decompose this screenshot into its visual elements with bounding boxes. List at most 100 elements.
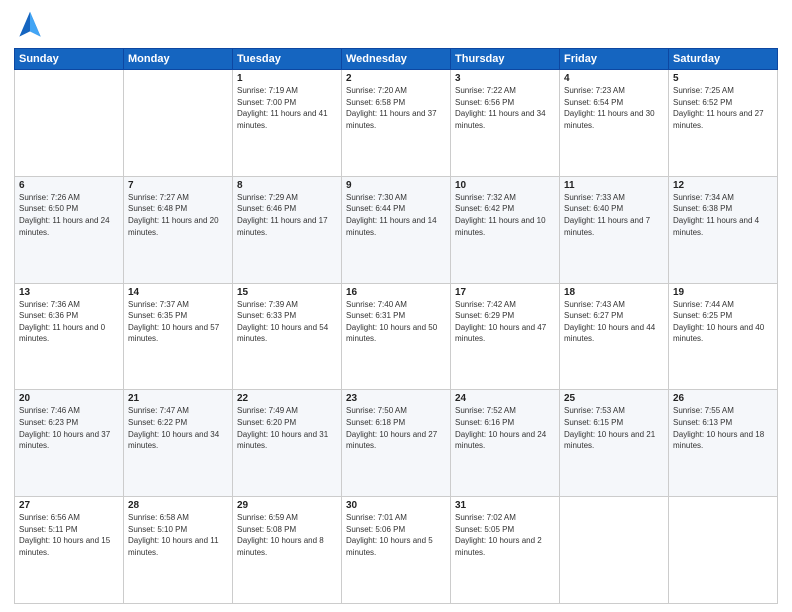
calendar-cell (669, 497, 778, 604)
day-number: 6 (19, 180, 119, 191)
calendar-cell: 6Sunrise: 7:26 AMSunset: 6:50 PMDaylight… (15, 176, 124, 283)
day-number: 4 (564, 73, 664, 84)
weekday-header-monday: Monday (124, 49, 233, 70)
day-number: 31 (455, 500, 555, 511)
calendar-cell: 26Sunrise: 7:55 AMSunset: 6:13 PMDayligh… (669, 390, 778, 497)
logo (14, 10, 50, 42)
day-info: Sunrise: 7:34 AMSunset: 6:38 PMDaylight:… (673, 192, 773, 238)
calendar-cell: 27Sunrise: 6:56 AMSunset: 5:11 PMDayligh… (15, 497, 124, 604)
calendar-cell: 11Sunrise: 7:33 AMSunset: 6:40 PMDayligh… (560, 176, 669, 283)
day-info: Sunrise: 7:02 AMSunset: 5:05 PMDaylight:… (455, 512, 555, 558)
calendar-cell: 13Sunrise: 7:36 AMSunset: 6:36 PMDayligh… (15, 283, 124, 390)
week-row-3: 13Sunrise: 7:36 AMSunset: 6:36 PMDayligh… (15, 283, 778, 390)
weekday-header-tuesday: Tuesday (233, 49, 342, 70)
weekday-header-row: SundayMondayTuesdayWednesdayThursdayFrid… (15, 49, 778, 70)
day-info: Sunrise: 7:49 AMSunset: 6:20 PMDaylight:… (237, 405, 337, 451)
day-info: Sunrise: 7:55 AMSunset: 6:13 PMDaylight:… (673, 405, 773, 451)
day-number: 7 (128, 180, 228, 191)
calendar-cell (15, 70, 124, 177)
weekday-header-sunday: Sunday (15, 49, 124, 70)
calendar-cell: 18Sunrise: 7:43 AMSunset: 6:27 PMDayligh… (560, 283, 669, 390)
calendar-cell (560, 497, 669, 604)
calendar-cell: 12Sunrise: 7:34 AMSunset: 6:38 PMDayligh… (669, 176, 778, 283)
weekday-header-saturday: Saturday (669, 49, 778, 70)
day-info: Sunrise: 7:40 AMSunset: 6:31 PMDaylight:… (346, 299, 446, 345)
calendar-cell: 15Sunrise: 7:39 AMSunset: 6:33 PMDayligh… (233, 283, 342, 390)
calendar-cell: 1Sunrise: 7:19 AMSunset: 7:00 PMDaylight… (233, 70, 342, 177)
day-number: 11 (564, 180, 664, 191)
day-number: 8 (237, 180, 337, 191)
day-info: Sunrise: 7:39 AMSunset: 6:33 PMDaylight:… (237, 299, 337, 345)
day-info: Sunrise: 7:37 AMSunset: 6:35 PMDaylight:… (128, 299, 228, 345)
day-number: 28 (128, 500, 228, 511)
calendar-cell: 23Sunrise: 7:50 AMSunset: 6:18 PMDayligh… (342, 390, 451, 497)
day-info: Sunrise: 7:27 AMSunset: 6:48 PMDaylight:… (128, 192, 228, 238)
calendar-cell: 20Sunrise: 7:46 AMSunset: 6:23 PMDayligh… (15, 390, 124, 497)
day-number: 19 (673, 287, 773, 298)
day-number: 18 (564, 287, 664, 298)
calendar-cell: 16Sunrise: 7:40 AMSunset: 6:31 PMDayligh… (342, 283, 451, 390)
calendar-cell: 14Sunrise: 7:37 AMSunset: 6:35 PMDayligh… (124, 283, 233, 390)
day-number: 16 (346, 287, 446, 298)
calendar-cell (124, 70, 233, 177)
calendar-cell: 28Sunrise: 6:58 AMSunset: 5:10 PMDayligh… (124, 497, 233, 604)
day-number: 25 (564, 393, 664, 404)
day-info: Sunrise: 6:59 AMSunset: 5:08 PMDaylight:… (237, 512, 337, 558)
day-info: Sunrise: 7:32 AMSunset: 6:42 PMDaylight:… (455, 192, 555, 238)
calendar-cell: 19Sunrise: 7:44 AMSunset: 6:25 PMDayligh… (669, 283, 778, 390)
day-number: 20 (19, 393, 119, 404)
day-number: 27 (19, 500, 119, 511)
day-info: Sunrise: 7:30 AMSunset: 6:44 PMDaylight:… (346, 192, 446, 238)
day-number: 10 (455, 180, 555, 191)
day-info: Sunrise: 7:25 AMSunset: 6:52 PMDaylight:… (673, 85, 773, 131)
day-number: 9 (346, 180, 446, 191)
day-info: Sunrise: 7:42 AMSunset: 6:29 PMDaylight:… (455, 299, 555, 345)
week-row-4: 20Sunrise: 7:46 AMSunset: 6:23 PMDayligh… (15, 390, 778, 497)
weekday-header-wednesday: Wednesday (342, 49, 451, 70)
logo-icon (14, 10, 46, 42)
day-info: Sunrise: 7:29 AMSunset: 6:46 PMDaylight:… (237, 192, 337, 238)
day-number: 3 (455, 73, 555, 84)
day-number: 22 (237, 393, 337, 404)
calendar-cell: 5Sunrise: 7:25 AMSunset: 6:52 PMDaylight… (669, 70, 778, 177)
day-info: Sunrise: 7:47 AMSunset: 6:22 PMDaylight:… (128, 405, 228, 451)
day-number: 14 (128, 287, 228, 298)
day-info: Sunrise: 7:43 AMSunset: 6:27 PMDaylight:… (564, 299, 664, 345)
day-info: Sunrise: 7:50 AMSunset: 6:18 PMDaylight:… (346, 405, 446, 451)
day-number: 26 (673, 393, 773, 404)
day-info: Sunrise: 6:56 AMSunset: 5:11 PMDaylight:… (19, 512, 119, 558)
day-info: Sunrise: 7:52 AMSunset: 6:16 PMDaylight:… (455, 405, 555, 451)
day-info: Sunrise: 6:58 AMSunset: 5:10 PMDaylight:… (128, 512, 228, 558)
calendar-cell: 22Sunrise: 7:49 AMSunset: 6:20 PMDayligh… (233, 390, 342, 497)
weekday-header-friday: Friday (560, 49, 669, 70)
calendar-cell: 31Sunrise: 7:02 AMSunset: 5:05 PMDayligh… (451, 497, 560, 604)
header (14, 10, 778, 42)
day-info: Sunrise: 7:46 AMSunset: 6:23 PMDaylight:… (19, 405, 119, 451)
day-info: Sunrise: 7:22 AMSunset: 6:56 PMDaylight:… (455, 85, 555, 131)
calendar-cell: 2Sunrise: 7:20 AMSunset: 6:58 PMDaylight… (342, 70, 451, 177)
page: SundayMondayTuesdayWednesdayThursdayFrid… (0, 0, 792, 612)
week-row-5: 27Sunrise: 6:56 AMSunset: 5:11 PMDayligh… (15, 497, 778, 604)
calendar-cell: 25Sunrise: 7:53 AMSunset: 6:15 PMDayligh… (560, 390, 669, 497)
calendar-cell: 10Sunrise: 7:32 AMSunset: 6:42 PMDayligh… (451, 176, 560, 283)
day-number: 30 (346, 500, 446, 511)
day-info: Sunrise: 7:01 AMSunset: 5:06 PMDaylight:… (346, 512, 446, 558)
calendar-cell: 9Sunrise: 7:30 AMSunset: 6:44 PMDaylight… (342, 176, 451, 283)
calendar-cell: 17Sunrise: 7:42 AMSunset: 6:29 PMDayligh… (451, 283, 560, 390)
calendar-table: SundayMondayTuesdayWednesdayThursdayFrid… (14, 48, 778, 604)
day-info: Sunrise: 7:44 AMSunset: 6:25 PMDaylight:… (673, 299, 773, 345)
day-number: 29 (237, 500, 337, 511)
calendar-cell: 7Sunrise: 7:27 AMSunset: 6:48 PMDaylight… (124, 176, 233, 283)
calendar-cell: 30Sunrise: 7:01 AMSunset: 5:06 PMDayligh… (342, 497, 451, 604)
day-number: 17 (455, 287, 555, 298)
day-number: 23 (346, 393, 446, 404)
day-info: Sunrise: 7:23 AMSunset: 6:54 PMDaylight:… (564, 85, 664, 131)
calendar-cell: 3Sunrise: 7:22 AMSunset: 6:56 PMDaylight… (451, 70, 560, 177)
calendar-cell: 4Sunrise: 7:23 AMSunset: 6:54 PMDaylight… (560, 70, 669, 177)
day-number: 5 (673, 73, 773, 84)
day-number: 24 (455, 393, 555, 404)
calendar-cell: 8Sunrise: 7:29 AMSunset: 6:46 PMDaylight… (233, 176, 342, 283)
day-number: 2 (346, 73, 446, 84)
calendar-cell: 21Sunrise: 7:47 AMSunset: 6:22 PMDayligh… (124, 390, 233, 497)
calendar-cell: 24Sunrise: 7:52 AMSunset: 6:16 PMDayligh… (451, 390, 560, 497)
